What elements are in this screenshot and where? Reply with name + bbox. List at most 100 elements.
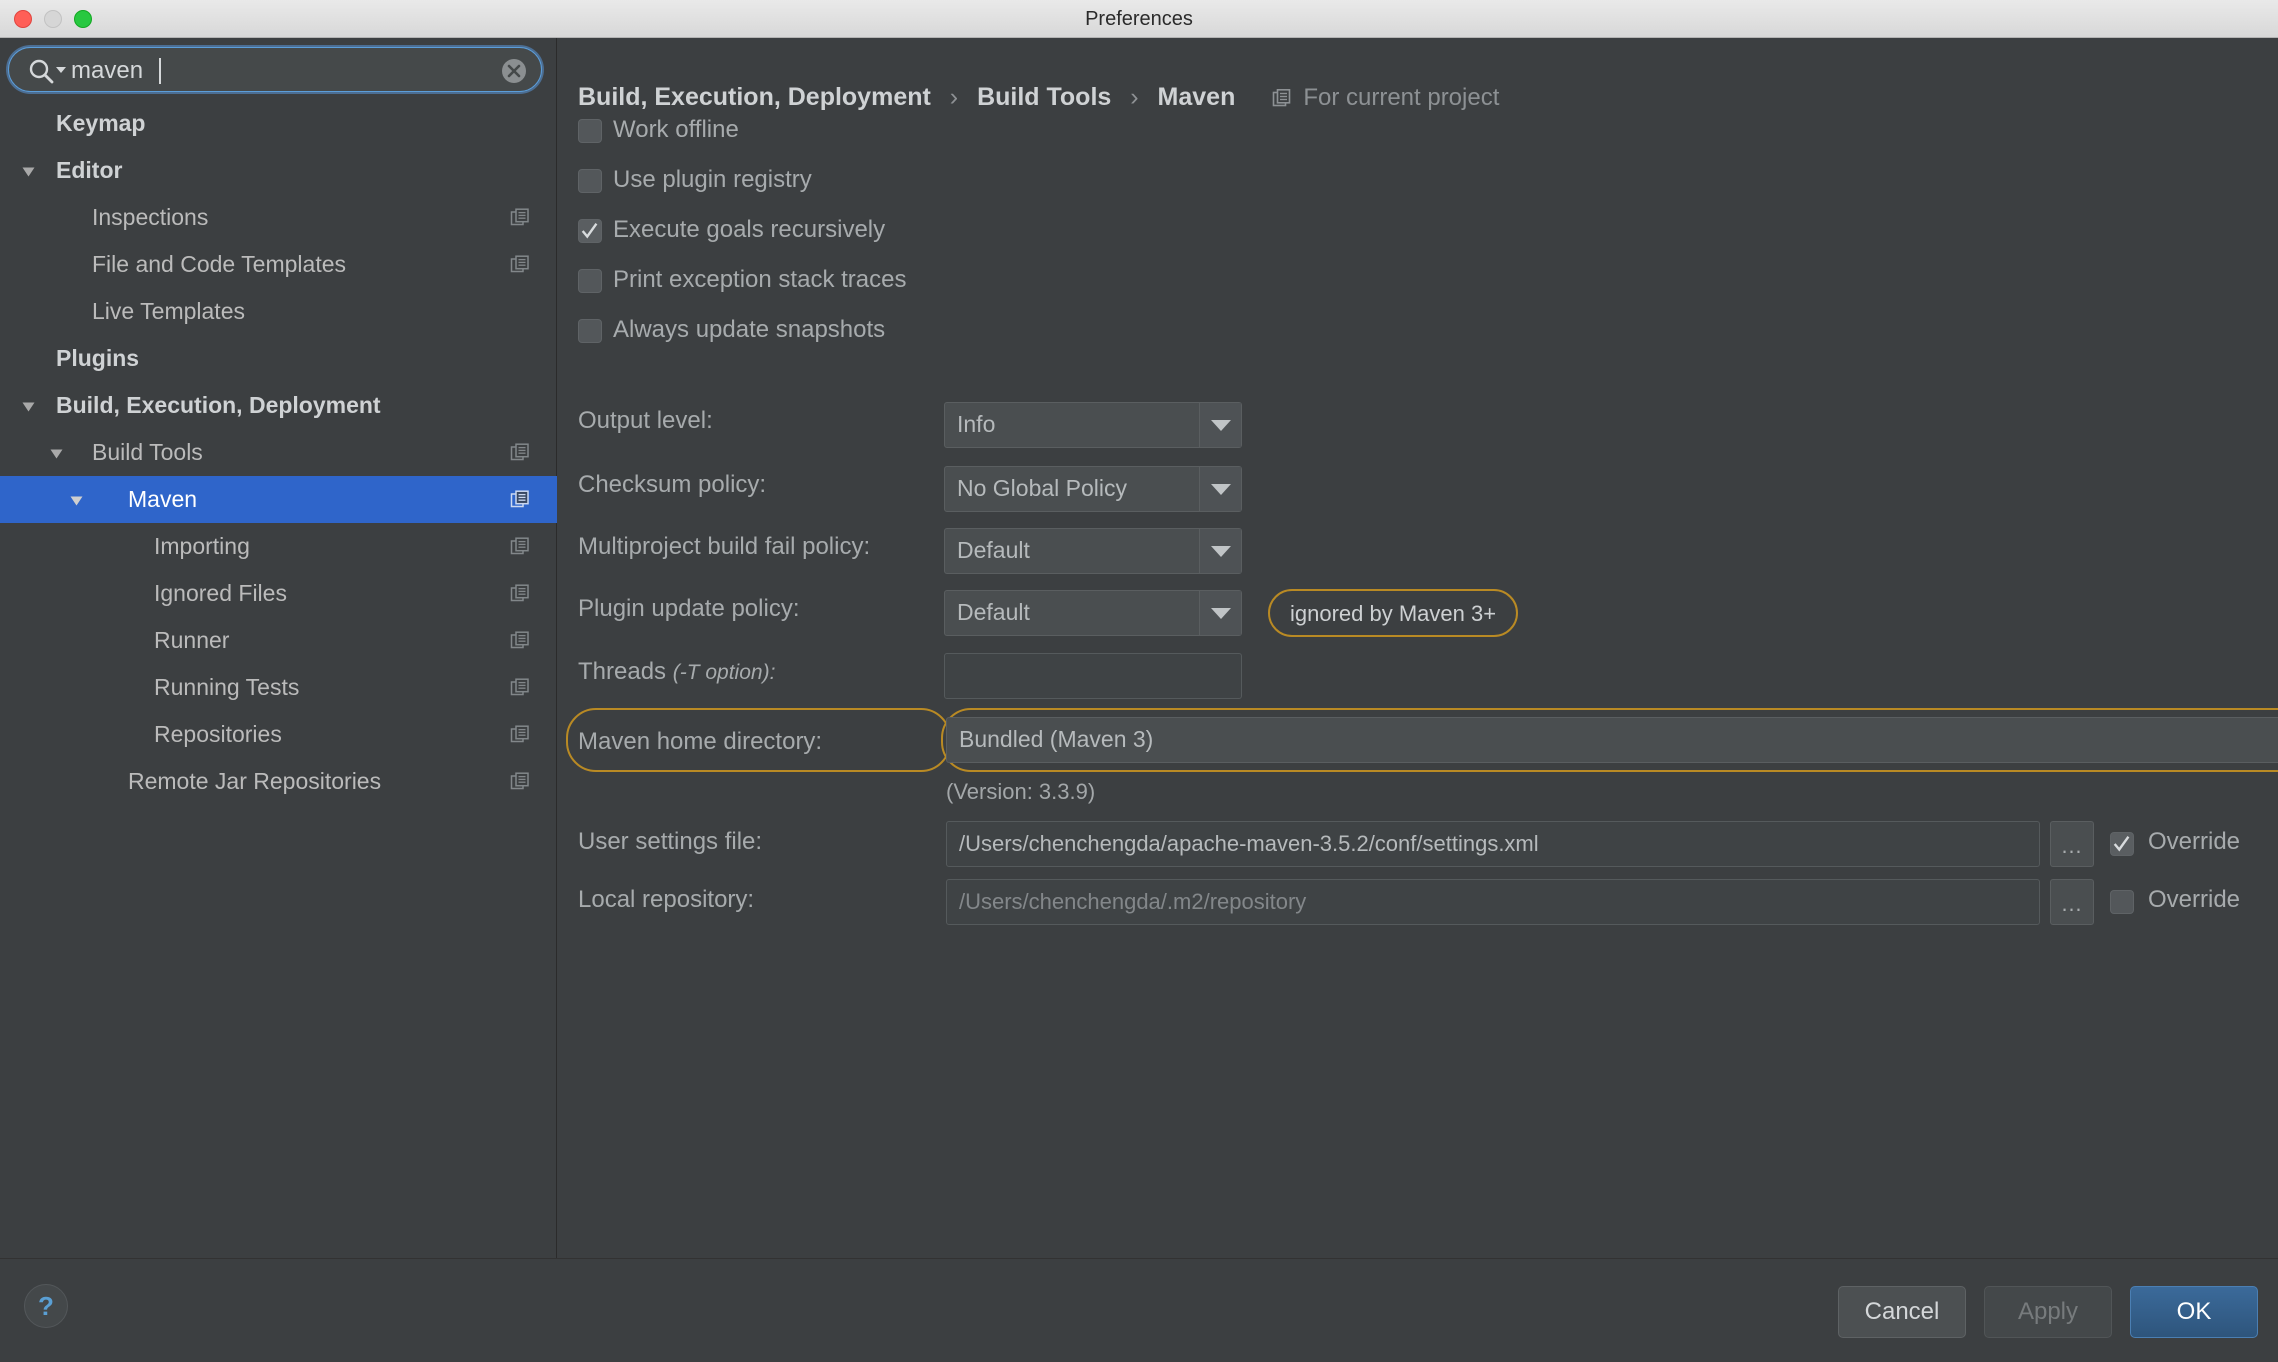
project-scope-icon (510, 631, 529, 649)
sidebar-item-ignored-files[interactable]: Ignored Files (0, 570, 557, 617)
multiproject-policy-combo[interactable]: Default (944, 528, 1242, 574)
chevron-down-icon (1210, 546, 1231, 557)
output-level-label: Output level: (578, 407, 713, 434)
sidebar-item-remote-jar-repositories[interactable]: Remote Jar Repositories (0, 758, 557, 805)
project-scope-note: For current project (1272, 84, 1499, 111)
sidebar-item-label: Running Tests (154, 674, 300, 700)
sidebar-item-label: Maven (128, 486, 198, 512)
sidebar-item-keymap[interactable]: Keymap (0, 100, 557, 147)
output-level-dropdown-button[interactable] (1199, 403, 1241, 447)
sidebar-item-build-execution-deployment[interactable]: Build, Execution, Deployment (0, 382, 557, 429)
sidebar-item-label: Importing (154, 533, 250, 559)
settings-main-panel: Build, Execution, Deployment › Build Too… (558, 38, 2278, 1258)
disclosure-triangle-icon[interactable] (50, 449, 63, 459)
checkbox-always-update-snapshots[interactable] (578, 319, 602, 343)
local-repository-override-label: Override (2148, 886, 2241, 913)
local-repository-browse-button[interactable]: … (2050, 879, 2094, 925)
help-button[interactable]: ? (24, 1284, 68, 1328)
sidebar-item-build-tools[interactable]: Build Tools (0, 429, 557, 476)
checksum-policy-dropdown-button[interactable] (1199, 467, 1241, 511)
user-settings-file-input[interactable]: /Users/chenchengda/apache-maven-3.5.2/co… (946, 821, 2040, 867)
breadcrumb-segment-3[interactable]: Maven (1158, 83, 1236, 111)
sidebar-item-importing[interactable]: Importing (0, 523, 557, 570)
sidebar-item-repositories[interactable]: Repositories (0, 711, 557, 758)
checkbox-label: Execute goals recursively (613, 216, 886, 243)
ellipsis-icon: … (2060, 891, 2084, 916)
sidebar-item-label: Live Templates (92, 298, 245, 324)
sidebar-item-file-and-code-templates[interactable]: File and Code Templates (0, 241, 557, 288)
checkbox-execute-goals-recursively[interactable] (578, 219, 602, 243)
search-icon[interactable] (27, 58, 67, 84)
clear-circle-icon[interactable] (501, 58, 527, 84)
checkmark-icon (2113, 835, 2130, 852)
settings-sidebar: maven Keymap Editor Inspections File and Co… (0, 38, 557, 1258)
threads-input[interactable] (944, 653, 1242, 699)
plugin-update-policy-value: Default (957, 599, 1030, 625)
project-scope-icon (510, 208, 529, 226)
sidebar-item-live-templates[interactable]: Live Templates (0, 288, 557, 335)
multiproject-policy-dropdown-button[interactable] (1199, 529, 1241, 573)
sidebar-item-runner[interactable]: Runner (0, 617, 557, 664)
settings-tree: Keymap Editor Inspections File and Code Tem… (0, 100, 557, 805)
sidebar-item-maven[interactable]: Maven (0, 476, 557, 523)
output-level-value: Info (957, 411, 996, 437)
breadcrumb-segment-2[interactable]: Build Tools (977, 83, 1111, 111)
sidebar-item-plugins[interactable]: Plugins (0, 335, 557, 382)
checkbox-label: Print exception stack traces (613, 266, 907, 293)
project-scope-icon (510, 678, 529, 696)
sidebar-item-label: File and Code Templates (92, 251, 346, 277)
threads-label: Threads (-T option): (578, 658, 775, 686)
search-input[interactable]: maven (8, 47, 542, 92)
maven-version-note: (Version: 3.3.9) (946, 779, 1096, 804)
checkbox-work-offline[interactable] (578, 119, 602, 143)
multiproject-policy-label: Multiproject build fail policy: (578, 533, 871, 560)
ok-button[interactable]: OK (2130, 1286, 2258, 1338)
sidebar-item-label: Build Tools (92, 439, 203, 465)
output-level-combo[interactable]: Info (944, 402, 1242, 448)
sidebar-item-label: Remote Jar Repositories (128, 768, 382, 794)
breadcrumb-separator: › (1130, 83, 1139, 111)
breadcrumb: Build, Execution, Deployment › Build Too… (578, 83, 1499, 112)
checkbox-print-exception-stack-traces[interactable] (578, 269, 602, 293)
project-scope-icon (510, 772, 529, 790)
plugin-update-policy-dropdown-button[interactable] (1199, 591, 1241, 635)
user-settings-browse-button[interactable]: … (2050, 821, 2094, 867)
sidebar-item-label: Repositories (154, 721, 282, 747)
breadcrumb-segment-1[interactable]: Build, Execution, Deployment (578, 83, 931, 111)
ignored-by-maven-badge: ignored by Maven 3+ (1268, 589, 1519, 637)
text-caret (159, 58, 161, 84)
local-repository-override-checkbox[interactable] (2110, 890, 2134, 914)
sidebar-item-label: Inspections (92, 204, 209, 230)
disclosure-triangle-icon[interactable] (22, 167, 35, 177)
plugin-update-policy-combo[interactable]: Default (944, 590, 1242, 636)
local-repository-label: Local repository: (578, 886, 755, 913)
project-scope-icon (510, 725, 529, 743)
sidebar-item-inspections[interactable]: Inspections (0, 194, 557, 241)
local-repository-input[interactable]: /Users/chenchengda/.m2/repository (946, 879, 2040, 925)
checksum-policy-value: No Global Policy (957, 475, 1128, 501)
disclosure-triangle-icon[interactable] (22, 402, 35, 412)
sidebar-item-label: Plugins (56, 345, 140, 371)
window-title: Preferences (1085, 8, 1193, 30)
local-repository-value: /Users/chenchengda/.m2/repository (959, 889, 1307, 914)
checksum-policy-combo[interactable]: No Global Policy (944, 466, 1242, 512)
threads-label-text: Threads (578, 658, 673, 685)
maven-home-directory-combo[interactable]: Bundled (Maven 3) (946, 717, 2278, 763)
plugin-update-policy-label: Plugin update policy: (578, 595, 800, 622)
sidebar-item-label: Ignored Files (154, 580, 287, 606)
breadcrumb-separator: › (949, 83, 959, 111)
cancel-button[interactable]: Cancel (1838, 1286, 1966, 1338)
sidebar-item-running-tests[interactable]: Running Tests (0, 664, 557, 711)
sidebar-item-editor[interactable]: Editor (0, 147, 557, 194)
user-settings-override-checkbox[interactable] (2110, 832, 2134, 856)
chevron-down-icon (1210, 484, 1231, 495)
sidebar-item-label: Build, Execution, Deployment (56, 392, 381, 418)
sidebar-item-label: Keymap (56, 110, 146, 136)
project-scope-label: For current project (1303, 84, 1500, 111)
checkbox-use-plugin-registry[interactable] (578, 169, 602, 193)
apply-button[interactable]: Apply (1984, 1286, 2112, 1338)
project-scope-icon (510, 584, 529, 602)
disclosure-triangle-icon[interactable] (70, 496, 83, 506)
dialog-footer: ? Cancel Apply OK (0, 1258, 2278, 1362)
maven-home-directory-label: Maven home directory: (578, 728, 823, 755)
